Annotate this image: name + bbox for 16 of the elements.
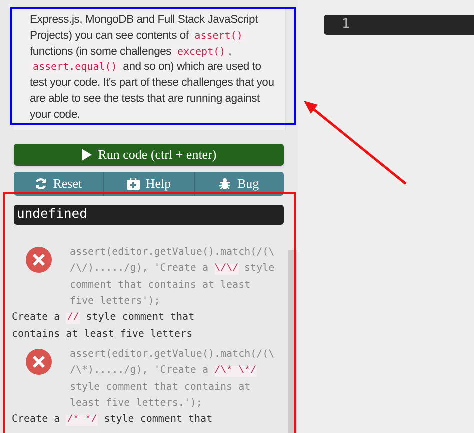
line-number: 1 [342, 16, 350, 34]
output-console: undefined [14, 204, 284, 225]
test-assertion: assert(editor.getValue().match(/(\/\/)...../g), 'Create a \/\/ style comment that contains at least five letters'); [70, 246, 276, 309]
play-icon [81, 148, 92, 161]
test-message: Create a /* */ style comment that [12, 412, 214, 428]
bug-icon [219, 178, 232, 190]
toolbar-button[interactable]: Help [104, 172, 195, 196]
test-message: Create a // style comment that contains at least five letters [12, 310, 196, 342]
code-editor[interactable]: 1 [324, 15, 474, 35]
toolbar-button[interactable]: Bug [194, 172, 284, 196]
description-text: Express.js, MongoDB and Full Stack JavaScript Projects) you can see contents of assert() functions (in some challenges except() , assert.equal() and so on) which are used to test your code. It's part of these challenges that you are able to see the tests that are running against your code. [30, 13, 276, 123]
refresh-icon [35, 178, 48, 190]
test-assertion: assert(editor.getValue().match(/(\/\*)...../g), 'Create a /\* \*/ style comment that contains at least five letters.'); [70, 348, 276, 411]
toolbar-button[interactable]: Reset [14, 172, 104, 196]
run-code-button[interactable]: Run code (ctrl + enter) [14, 144, 284, 166]
medkit-icon [126, 178, 140, 190]
